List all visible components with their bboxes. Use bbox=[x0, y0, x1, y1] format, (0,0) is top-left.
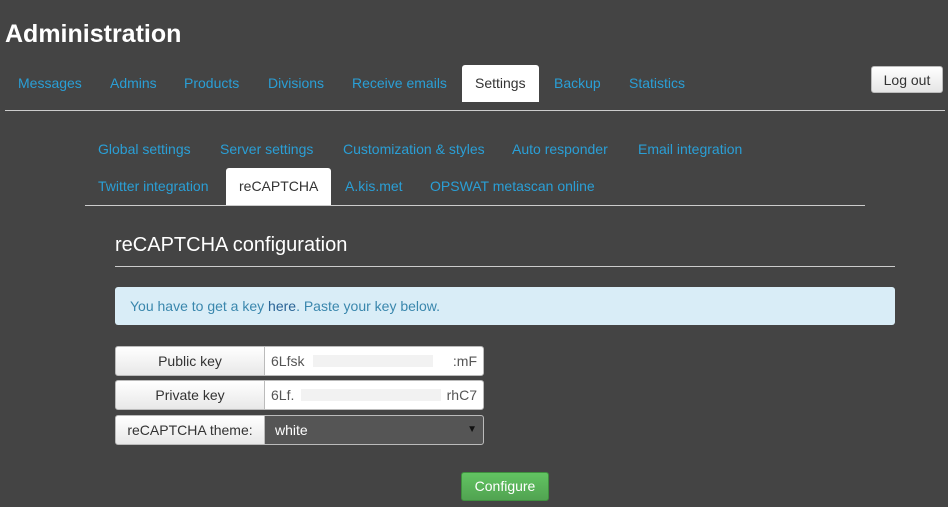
configure-button[interactable]: Configure bbox=[461, 472, 549, 501]
info-alert: You have to get a key here. Paste your k… bbox=[115, 287, 895, 325]
public-key-input[interactable]: 6Lfsk :mF bbox=[264, 346, 484, 376]
public-key-label: Public key bbox=[115, 346, 265, 376]
public-key-value-end: :mF bbox=[452, 353, 477, 369]
tab-messages[interactable]: Messages bbox=[5, 65, 95, 102]
public-key-row: Public key 6Lfsk :mF bbox=[115, 346, 484, 376]
subtab-global-settings[interactable]: Global settings bbox=[85, 131, 204, 168]
tab-receive-emails[interactable]: Receive emails bbox=[339, 65, 460, 102]
tab-divisions[interactable]: Divisions bbox=[255, 65, 337, 102]
subtab-recaptcha[interactable]: reCAPTCHA bbox=[226, 168, 332, 205]
theme-label: reCAPTCHA theme: bbox=[115, 415, 265, 445]
info-text-suffix: . Paste your key below. bbox=[296, 298, 441, 314]
redaction-blur bbox=[301, 389, 441, 401]
subtab-auto-responder[interactable]: Auto responder bbox=[499, 131, 621, 168]
private-key-value-end: rhC7 bbox=[446, 387, 477, 403]
page-title: Administration bbox=[5, 20, 182, 48]
subtab-opswat-metascan[interactable]: OPSWAT metascan online bbox=[417, 168, 608, 205]
tab-backup[interactable]: Backup bbox=[541, 65, 614, 102]
private-key-row: Private key 6Lf. rhC7 bbox=[115, 380, 484, 410]
tab-products[interactable]: Products bbox=[171, 65, 252, 102]
subtab-server-settings[interactable]: Server settings bbox=[207, 131, 326, 168]
private-key-label: Private key bbox=[115, 380, 265, 410]
logout-button[interactable]: Log out bbox=[871, 66, 943, 93]
settings-subnav: Global settings Server settings Customiz… bbox=[85, 130, 865, 206]
subtab-akismet[interactable]: A.kis.met bbox=[332, 168, 416, 205]
subtab-twitter-integration[interactable]: Twitter integration bbox=[85, 168, 222, 205]
tab-statistics[interactable]: Statistics bbox=[616, 65, 698, 102]
theme-select[interactable]: white ▼ bbox=[264, 415, 484, 445]
theme-row: reCAPTCHA theme: white ▼ bbox=[115, 415, 484, 445]
get-key-link[interactable]: here bbox=[268, 298, 296, 314]
main-nav-tabs: Messages Admins Products Divisions Recei… bbox=[5, 65, 945, 111]
theme-selected-value: white bbox=[275, 422, 308, 438]
private-key-value-start: 6Lf. bbox=[271, 387, 295, 403]
dropdown-caret-icon: ▼ bbox=[467, 424, 477, 435]
section-title: reCAPTCHA configuration bbox=[115, 234, 348, 256]
info-text-prefix: You have to get a key bbox=[130, 298, 269, 314]
subtab-customization-styles[interactable]: Customization & styles bbox=[330, 131, 498, 168]
public-key-value-start: 6Lfsk bbox=[271, 353, 305, 369]
section-divider bbox=[115, 266, 895, 267]
tab-settings[interactable]: Settings bbox=[462, 65, 539, 102]
redaction-blur bbox=[313, 355, 433, 367]
subtab-email-integration[interactable]: Email integration bbox=[625, 131, 755, 168]
private-key-input[interactable]: 6Lf. rhC7 bbox=[264, 380, 484, 410]
tab-admins[interactable]: Admins bbox=[97, 65, 170, 102]
